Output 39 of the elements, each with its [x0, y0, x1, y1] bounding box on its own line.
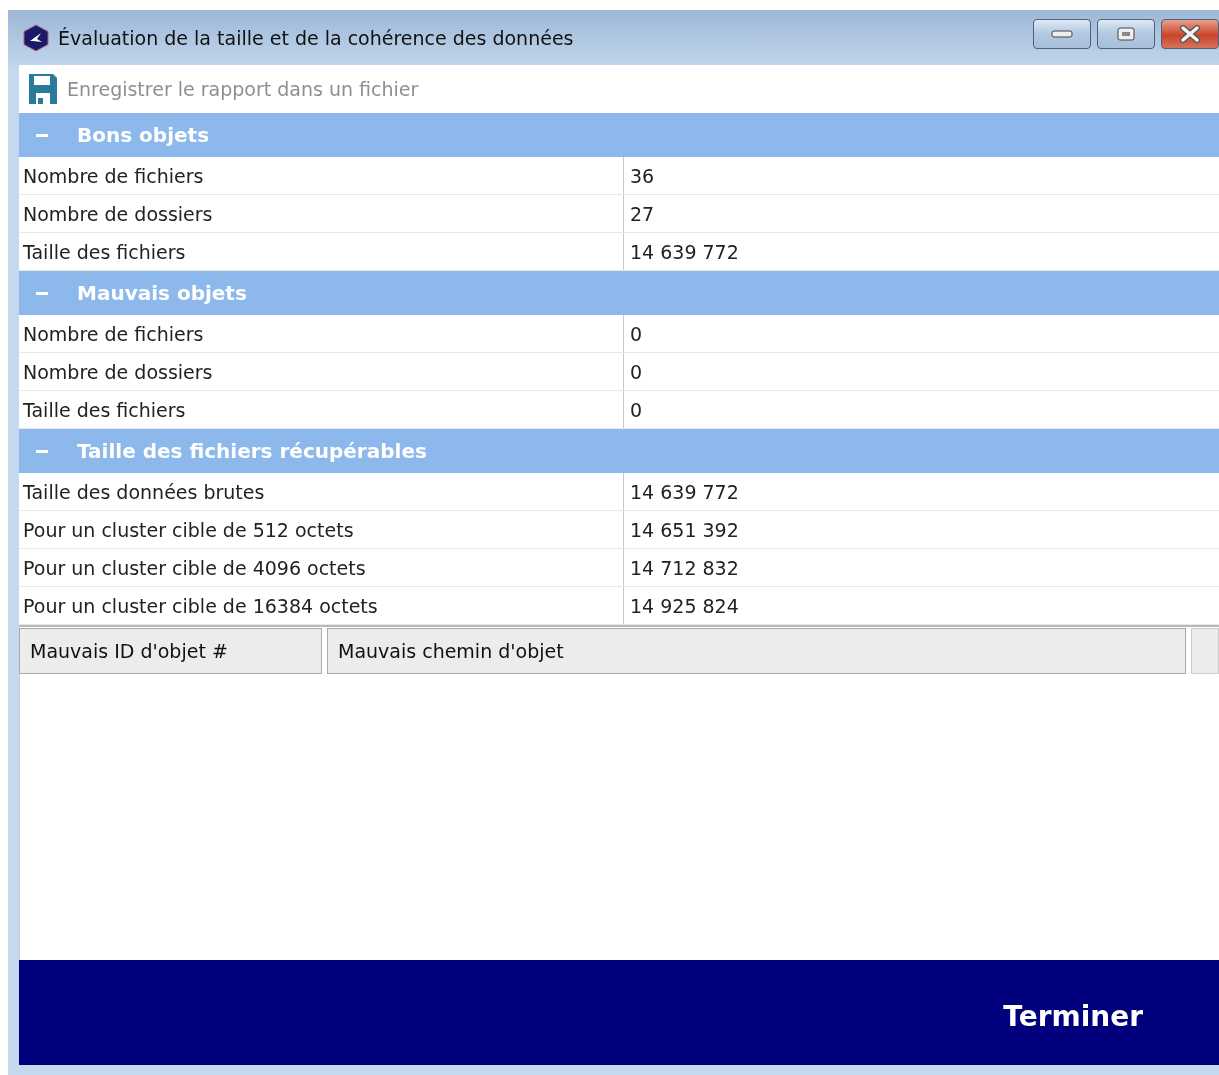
section-title: Taille des fichiers récupérables	[77, 439, 427, 463]
property-label: Pour un cluster cible de 4096 octets	[19, 549, 624, 586]
property-value: 14 925 824	[629, 593, 740, 619]
section-title: Bons objets	[77, 123, 210, 147]
section-title: Mauvais objets	[77, 281, 247, 305]
maximize-button[interactable]	[1097, 18, 1155, 49]
section-header[interactable]: Taille des fichiers récupérables	[19, 429, 1219, 473]
property-label: Pour un cluster cible de 512 octets	[19, 511, 624, 548]
property-value: 14 651 392	[629, 517, 740, 543]
maximize-icon	[1117, 26, 1135, 41]
property-label: Nombre de dossiers	[19, 195, 624, 232]
property-value: 14 712 832	[629, 555, 740, 581]
column-header[interactable]: Mauvais chemin d'objet	[327, 628, 1186, 674]
property-value: 14 639 772	[629, 479, 740, 505]
minimize-button[interactable]	[1033, 18, 1091, 49]
finish-button[interactable]: Terminer	[1003, 1000, 1143, 1033]
section-header[interactable]: Mauvais objets	[19, 271, 1219, 315]
property-value: 27	[629, 201, 656, 227]
property-value: 0	[629, 397, 644, 423]
property-label: Nombre de fichiers	[19, 157, 624, 194]
property-value: 36	[629, 163, 656, 189]
property-value: 14 639 772	[629, 239, 740, 265]
property-label: Taille des données brutes	[19, 473, 624, 510]
property-value: 0	[629, 321, 644, 347]
property-label: Taille des fichiers	[19, 233, 624, 270]
empty-column-header	[1191, 628, 1219, 674]
property-label: Pour un cluster cible de 16384 octets	[19, 587, 624, 624]
property-label: Nombre de dossiers	[19, 353, 624, 390]
property-label: Taille des fichiers	[19, 391, 624, 428]
close-icon	[1179, 24, 1201, 43]
save-icon	[29, 74, 57, 104]
minimize-icon	[1051, 28, 1073, 39]
property-label: Nombre de fichiers	[19, 315, 624, 352]
app-icon	[22, 23, 50, 52]
column-header[interactable]: Mauvais ID d'objet #	[19, 628, 322, 674]
section-header[interactable]: Bons objets	[19, 113, 1219, 157]
property-value: 0	[629, 359, 644, 385]
window-title: Évaluation de la taille et de la cohérence des données	[58, 26, 575, 49]
close-button[interactable]	[1161, 18, 1219, 49]
